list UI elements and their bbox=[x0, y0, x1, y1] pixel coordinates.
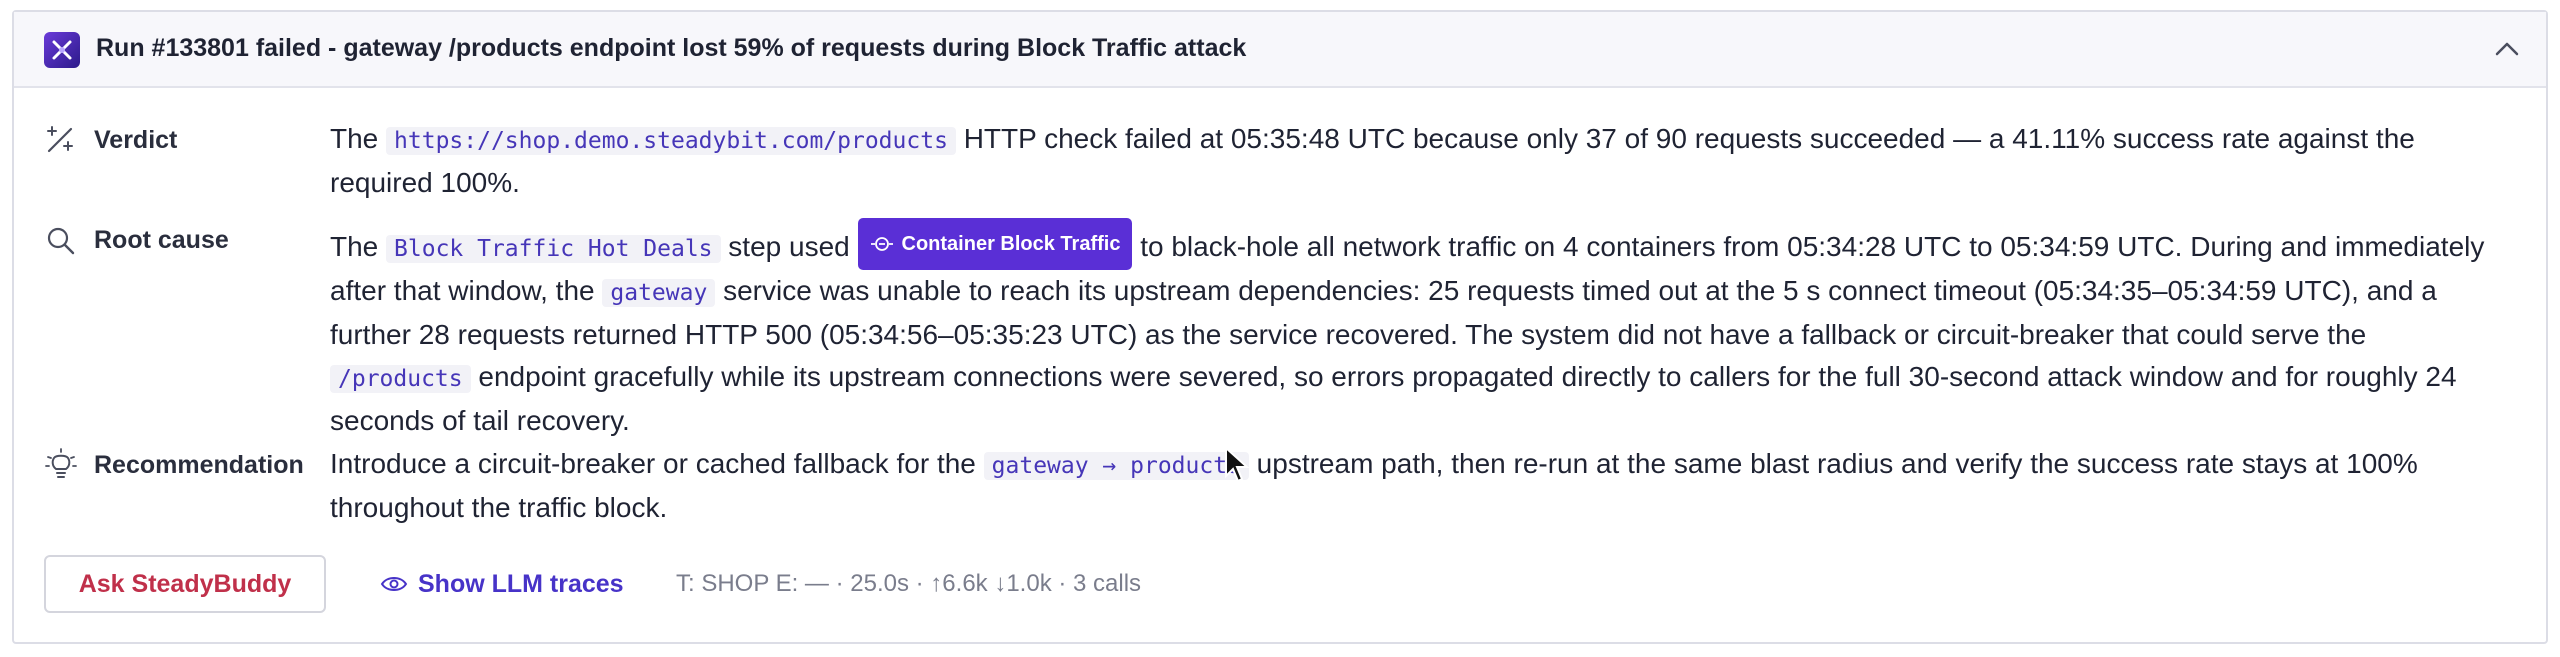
root-cause-text-part: endpoint gracefully while its upstream c… bbox=[330, 361, 2457, 436]
root-cause-text-part: step used bbox=[720, 231, 858, 262]
verdict-text-part: The bbox=[330, 123, 387, 154]
service-name: gateway bbox=[602, 279, 716, 307]
lightbulb-icon bbox=[44, 447, 78, 481]
recommendation-text-part: Introduce a circuit-breaker or cached fa… bbox=[330, 448, 984, 479]
chevron-up-icon[interactable] bbox=[2488, 30, 2526, 68]
root-cause-text: The Block Traffic Hot Deals step used Co… bbox=[330, 218, 2510, 442]
upstream-path: gateway → products bbox=[983, 452, 1249, 480]
verdict-url: https://shop.demo.steadybit.com/products bbox=[386, 127, 956, 155]
wand-sparkle-icon bbox=[44, 122, 78, 156]
ask-steadybuddy-button[interactable]: Ask SteadyBuddy bbox=[44, 555, 326, 613]
run-title: Run #133801 failed - gateway /products e… bbox=[96, 34, 1247, 62]
panel-footer: Ask SteadyBuddy Show LLM traces T: SHOP … bbox=[44, 555, 2444, 615]
mouse-cursor-icon bbox=[1224, 445, 1250, 484]
verdict-label: Verdict bbox=[94, 126, 178, 154]
attack-chip-label: Container Block Traffic bbox=[901, 233, 1121, 255]
run-summary-panel: Run #133801 failed - gateway /products e… bbox=[12, 10, 2548, 644]
steadybit-logo-icon bbox=[44, 32, 80, 68]
verdict-text: The https://shop.demo.steadybit.com/prod… bbox=[330, 118, 2510, 204]
show-llm-traces-link[interactable]: Show LLM traces bbox=[380, 555, 624, 613]
block-traffic-icon bbox=[870, 237, 893, 251]
panel-header[interactable]: Run #133801 failed - gateway /products e… bbox=[14, 12, 2546, 88]
endpoint-name: /products bbox=[330, 365, 471, 393]
eye-icon bbox=[380, 577, 408, 591]
search-icon bbox=[44, 224, 78, 258]
root-cause-text-part: The bbox=[330, 231, 387, 262]
attack-chip[interactable]: Container Block Traffic bbox=[857, 218, 1133, 270]
recommendation-label: Recommendation bbox=[94, 451, 304, 479]
trace-meta: T: SHOP E: — · 25.0s · ↑6.6k ↓1.0k · 3 c… bbox=[676, 570, 1142, 597]
recommendation-text: Introduce a circuit-breaker or cached fa… bbox=[330, 443, 2510, 529]
step-name: Block Traffic Hot Deals bbox=[386, 235, 721, 263]
root-cause-label: Root cause bbox=[94, 226, 229, 254]
show-llm-traces-label: Show LLM traces bbox=[418, 569, 624, 598]
